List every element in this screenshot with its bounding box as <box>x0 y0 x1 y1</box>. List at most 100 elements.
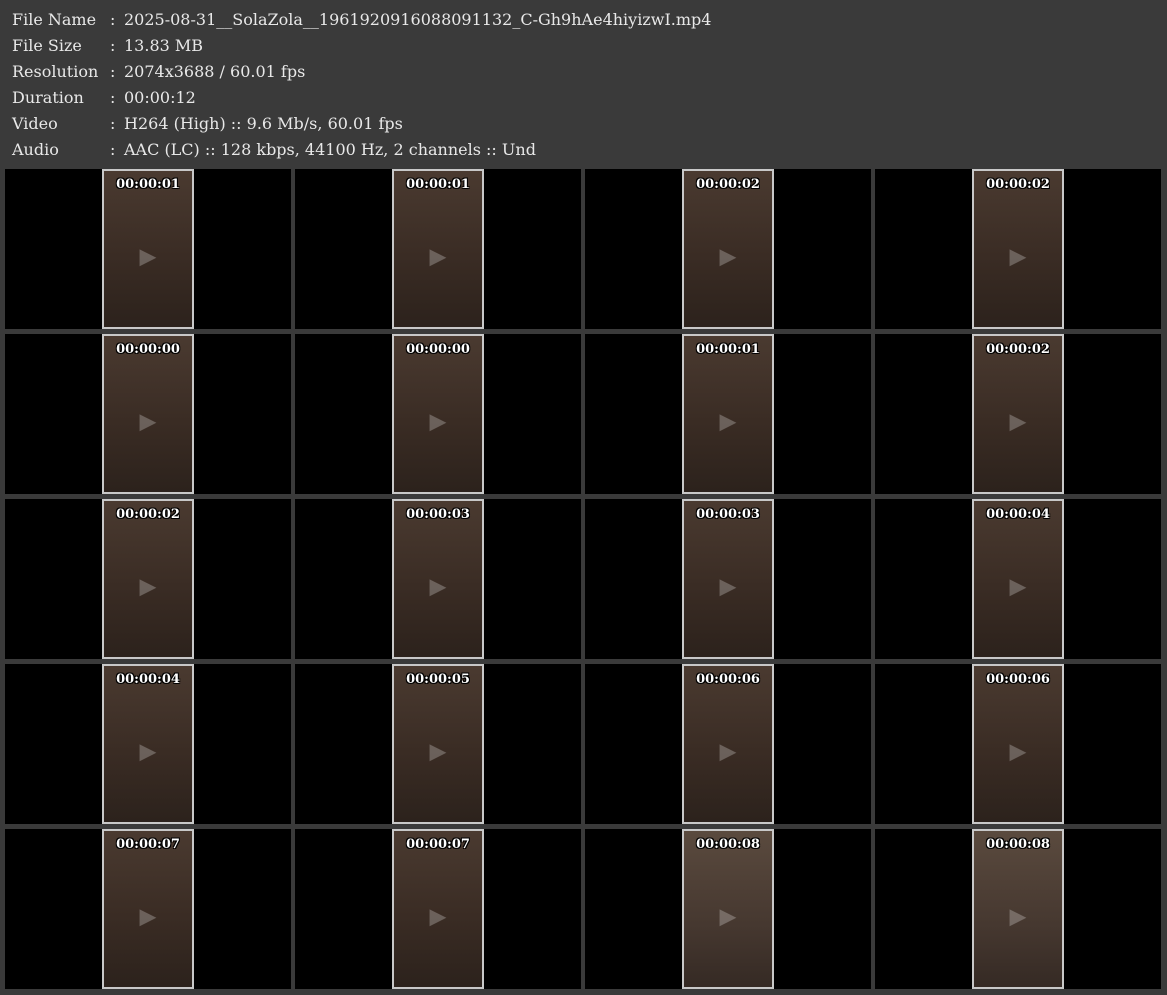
video-frame-icon: ▶ <box>429 904 447 930</box>
thumbnail-cell[interactable]: ▶ 00:00:03 <box>585 499 871 659</box>
thumbnail-cell[interactable]: ▶ 00:00:06 <box>875 664 1161 824</box>
video-frame-placeholder: ▶ 00:00:04 <box>972 499 1064 659</box>
timestamp-label: 00:00:01 <box>116 177 180 192</box>
info-value: 2025-08-31__SolaZola__196192091608809113… <box>124 10 712 29</box>
thumbnail-cell[interactable]: ▶ 00:00:04 <box>875 499 1161 659</box>
thumbnail-cell[interactable]: ▶ 00:00:04 <box>5 664 291 824</box>
timestamp-label: 00:00:06 <box>696 672 760 687</box>
video-frame-icon: ▶ <box>719 244 737 270</box>
video-frame-placeholder: ▶ 00:00:00 <box>102 334 194 494</box>
timestamp-label: 00:00:02 <box>986 342 1050 357</box>
thumbnail-grid: ▶ 00:00:01 ▶ 00:00:01 ▶ 00:00:02 ▶ 00:00:02 ▶ 00:… <box>5 169 1162 989</box>
video-frame-icon: ▶ <box>429 244 447 270</box>
timestamp-label: 00:00:08 <box>986 837 1050 852</box>
timestamp-label: 00:00:07 <box>116 837 180 852</box>
timestamp-label: 00:00:04 <box>986 507 1050 522</box>
timestamp-label: 00:00:01 <box>406 177 470 192</box>
info-label: Duration <box>12 88 84 107</box>
video-frame-placeholder: ▶ 00:00:03 <box>682 499 774 659</box>
thumbnail-cell[interactable]: ▶ 00:00:05 <box>295 664 581 824</box>
video-frame-icon: ▶ <box>1009 904 1027 930</box>
info-label: Video <box>12 114 58 133</box>
video-frame-placeholder: ▶ 00:00:07 <box>392 829 484 989</box>
info-separator: : <box>110 88 116 107</box>
video-frame-placeholder: ▶ 00:00:02 <box>682 169 774 329</box>
timestamp-label: 00:00:04 <box>116 672 180 687</box>
video-frame-placeholder: ▶ 00:00:03 <box>392 499 484 659</box>
thumbnail-cell[interactable]: ▶ 00:00:03 <box>295 499 581 659</box>
info-row-file-size: File Size : 13.83 MB <box>12 33 1152 59</box>
thumbnail-cell[interactable]: ▶ 00:00:07 <box>295 829 581 989</box>
info-row-resolution: Resolution : 2074x3688 / 60.01 fps <box>12 59 1152 85</box>
thumbnail-cell[interactable]: ▶ 00:00:01 <box>295 169 581 329</box>
thumbnail-cell[interactable]: ▶ 00:00:02 <box>875 334 1161 494</box>
video-frame-placeholder: ▶ 00:00:01 <box>682 334 774 494</box>
video-frame-placeholder: ▶ 00:00:02 <box>102 499 194 659</box>
thumbnail-cell[interactable]: ▶ 00:00:02 <box>5 499 291 659</box>
info-row-file-name: File Name : 2025-08-31__SolaZola__196192… <box>12 7 1152 33</box>
timestamp-label: 00:00:02 <box>116 507 180 522</box>
thumbnail-cell[interactable]: ▶ 00:00:06 <box>585 664 871 824</box>
thumbnail-cell[interactable]: ▶ 00:00:07 <box>5 829 291 989</box>
info-separator: : <box>110 114 116 133</box>
video-frame-placeholder: ▶ 00:00:08 <box>972 829 1064 989</box>
video-frame-icon: ▶ <box>139 739 157 765</box>
thumbnail-cell[interactable]: ▶ 00:00:00 <box>5 334 291 494</box>
timestamp-label: 00:00:05 <box>406 672 470 687</box>
video-frame-placeholder: ▶ 00:00:04 <box>102 664 194 824</box>
video-frame-icon: ▶ <box>1009 574 1027 600</box>
video-frame-placeholder: ▶ 00:00:01 <box>102 169 194 329</box>
timestamp-label: 00:00:06 <box>986 672 1050 687</box>
video-frame-icon: ▶ <box>1009 244 1027 270</box>
video-frame-icon: ▶ <box>139 244 157 270</box>
video-frame-placeholder: ▶ 00:00:07 <box>102 829 194 989</box>
thumbnail-cell[interactable]: ▶ 00:00:01 <box>5 169 291 329</box>
timestamp-label: 00:00:02 <box>986 177 1050 192</box>
timestamp-label: 00:00:00 <box>406 342 470 357</box>
video-frame-placeholder: ▶ 00:00:06 <box>972 664 1064 824</box>
info-label: File Size <box>12 36 82 55</box>
timestamp-label: 00:00:03 <box>406 507 470 522</box>
thumbnail-cell[interactable]: ▶ 00:00:08 <box>875 829 1161 989</box>
thumbnail-cell[interactable]: ▶ 00:00:02 <box>875 169 1161 329</box>
video-frame-placeholder: ▶ 00:00:01 <box>392 169 484 329</box>
info-value: 00:00:12 <box>124 88 196 107</box>
video-frame-icon: ▶ <box>719 739 737 765</box>
info-label: Resolution <box>12 62 99 81</box>
video-frame-placeholder: ▶ 00:00:00 <box>392 334 484 494</box>
video-frame-placeholder: ▶ 00:00:02 <box>972 169 1064 329</box>
info-value: H264 (High) :: 9.6 Mb/s, 60.01 fps <box>124 114 403 133</box>
video-frame-icon: ▶ <box>139 409 157 435</box>
info-value: AAC (LC) :: 128 kbps, 44100 Hz, 2 channe… <box>124 140 536 159</box>
timestamp-label: 00:00:02 <box>696 177 760 192</box>
video-frame-icon: ▶ <box>139 904 157 930</box>
video-frame-icon: ▶ <box>429 409 447 435</box>
file-info-panel: File Name : 2025-08-31__SolaZola__196192… <box>12 7 1152 163</box>
timestamp-label: 00:00:03 <box>696 507 760 522</box>
timestamp-label: 00:00:07 <box>406 837 470 852</box>
video-frame-placeholder: ▶ 00:00:06 <box>682 664 774 824</box>
info-label: File Name <box>12 10 97 29</box>
info-label: Audio <box>12 140 59 159</box>
timestamp-label: 00:00:00 <box>116 342 180 357</box>
info-value: 2074x3688 / 60.01 fps <box>124 62 306 81</box>
thumbnail-cell[interactable]: ▶ 00:00:08 <box>585 829 871 989</box>
video-frame-icon: ▶ <box>139 574 157 600</box>
info-separator: : <box>110 62 116 81</box>
info-row-video: Video : H264 (High) :: 9.6 Mb/s, 60.01 f… <box>12 111 1152 137</box>
video-frame-placeholder: ▶ 00:00:05 <box>392 664 484 824</box>
video-frame-placeholder: ▶ 00:00:08 <box>682 829 774 989</box>
video-frame-icon: ▶ <box>719 574 737 600</box>
thumbnail-cell[interactable]: ▶ 00:00:01 <box>585 334 871 494</box>
video-frame-icon: ▶ <box>429 574 447 600</box>
timestamp-label: 00:00:08 <box>696 837 760 852</box>
info-separator: : <box>110 10 116 29</box>
video-frame-icon: ▶ <box>429 739 447 765</box>
info-row-duration: Duration : 00:00:12 <box>12 85 1152 111</box>
thumbnail-cell[interactable]: ▶ 00:00:02 <box>585 169 871 329</box>
video-frame-placeholder: ▶ 00:00:02 <box>972 334 1064 494</box>
video-frame-icon: ▶ <box>1009 409 1027 435</box>
timestamp-label: 00:00:01 <box>696 342 760 357</box>
video-frame-icon: ▶ <box>719 904 737 930</box>
thumbnail-cell[interactable]: ▶ 00:00:00 <box>295 334 581 494</box>
